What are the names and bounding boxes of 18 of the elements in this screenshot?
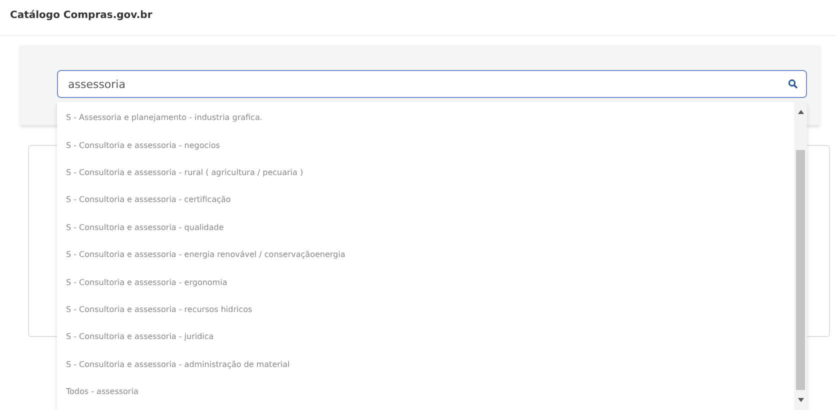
page-title: Catálogo Compras.gov.br xyxy=(10,10,152,21)
suggestion-item[interactable]: S - Consultoria e assessoria - qualidade xyxy=(57,214,794,241)
suggestion-item[interactable]: S - Consultoria e assessoria - administração de material xyxy=(57,350,794,378)
suggestion-item[interactable]: S - Consultoria e assessoria - recursos hidricos xyxy=(57,296,794,324)
suggestion-item[interactable]: S - Consultoria e assessoria - rural ( agricultura / pecuaria ) xyxy=(57,158,794,186)
suggestion-item[interactable]: S - Consultoria e assessoria - certificação xyxy=(57,186,794,214)
scroll-thumb[interactable] xyxy=(796,150,805,390)
suggestion-item[interactable]: S - Consultoria e assessoria - juridica xyxy=(57,323,794,351)
scrollbar[interactable] xyxy=(794,102,807,410)
suggestion-item[interactable]: S - Consultoria e assessoria - ergonomia xyxy=(57,268,794,296)
search-icon[interactable] xyxy=(788,79,798,89)
suggestion-item[interactable]: Todos - assessoria xyxy=(57,378,794,406)
scroll-up-icon[interactable] xyxy=(798,110,804,114)
suggestion-item[interactable]: S - Consultoria e assessoria - negocios xyxy=(57,131,794,159)
search-field[interactable]: assessoria xyxy=(57,70,807,98)
suggestion-item[interactable]: S - Consultoria e assessoria - energia renovável / conservaçãoenergia xyxy=(57,240,794,268)
scroll-down-icon[interactable] xyxy=(798,398,804,402)
suggestion-item[interactable]: S - Assessoria e planejamento - industria grafica. xyxy=(57,104,794,132)
